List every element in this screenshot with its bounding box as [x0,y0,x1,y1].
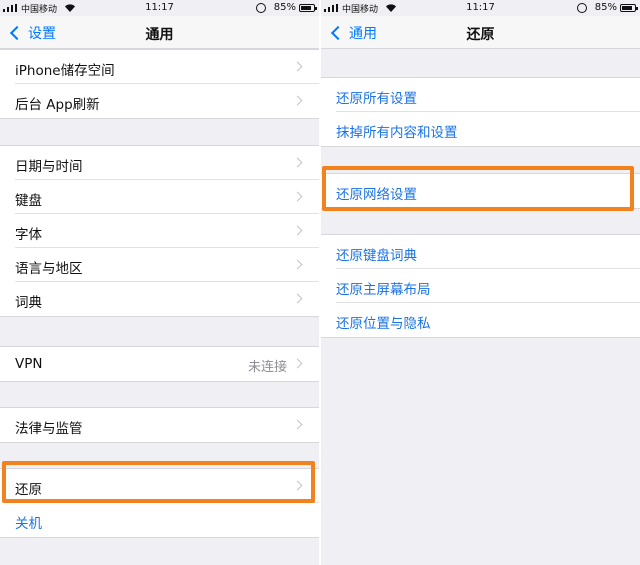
row-label: 还原位置与隐私 [336,316,431,332]
battery-icon [299,4,317,12]
storage-group: iPhone储存空间 后台 App刷新 [0,49,319,119]
clock: 11:17 [145,2,174,13]
navigation-bar: 设置 通用 [0,16,319,49]
settings-row-language-region[interactable]: 语言与地区 [0,248,319,282]
row-label: 日期与时间 [15,159,83,175]
shut-down-button[interactable]: 关机 [0,503,319,537]
settings-row-vpn[interactable]: VPN 未连接 [0,347,319,381]
reset-keyboard-dictionary-button[interactable]: 还原键盘词典 [321,235,640,269]
settings-row-keyboard[interactable]: 键盘 [0,180,319,214]
rotation-lock-icon [577,3,587,13]
rotation-lock-icon [256,3,266,13]
chevron-right-icon [292,293,303,304]
status-bar: 中国移动 11:17 85% [321,0,640,16]
reset-home-screen-layout-button[interactable]: 还原主屏幕布局 [321,269,640,303]
navigation-bar: 通用 还原 [321,16,640,49]
settings-row-legal-regulatory[interactable]: 法律与监管 [0,408,319,442]
row-label: 还原所有设置 [336,91,417,107]
general-settings-screen: 中国移动 11:17 85% 设置 通用 iPhone储存空间 后台 App刷新… [0,0,319,565]
settings-row-iphone-storage[interactable]: iPhone储存空间 [0,50,319,84]
battery-percent: 85% [594,2,617,13]
row-label: 还原主屏幕布局 [336,282,431,298]
chevron-right-icon [292,157,303,168]
row-label: 键盘 [15,193,42,209]
row-label: 词典 [15,295,42,311]
page-title: 还原 [466,27,495,43]
row-label: 关机 [15,516,42,532]
erase-all-content-button[interactable]: 抹掉所有内容和设置 [321,112,640,146]
settings-row-dictionary[interactable]: 词典 [0,282,319,316]
row-label: 还原键盘词典 [336,248,417,264]
reset-all-settings-button[interactable]: 还原所有设置 [321,78,640,112]
clock: 11:17 [466,2,495,13]
highlight-box [322,166,634,211]
row-label: 语言与地区 [15,261,83,277]
reset-screen: 中国移动 11:17 85% 通用 还原 还原所有设置 抹掉所有内容和设置 还原… [321,0,640,565]
settings-row-date-time[interactable]: 日期与时间 [0,146,319,180]
row-label: 后台 App刷新 [15,97,100,113]
chevron-right-icon [292,191,303,202]
settings-row-background-app-refresh[interactable]: 后台 App刷新 [0,84,319,118]
row-label: 字体 [15,227,42,243]
row-label: 法律与监管 [15,421,83,437]
chevron-right-icon [292,95,303,106]
settings-row-fonts[interactable]: 字体 [0,214,319,248]
highlight-box [2,461,315,503]
reset-all-group: 还原所有设置 抹掉所有内容和设置 [321,77,640,147]
row-label: iPhone储存空间 [15,63,115,79]
page-title: 通用 [145,27,174,43]
chevron-right-icon [292,419,303,430]
battery-percent: 85% [273,2,296,13]
status-bar: 中国移动 11:17 85% [0,0,319,16]
chevron-right-icon [292,259,303,270]
vpn-group: VPN 未连接 [0,346,319,382]
chevron-right-icon [292,225,303,236]
row-label: 抹掉所有内容和设置 [336,125,458,141]
chevron-right-icon [292,358,303,369]
input-group: 日期与时间 键盘 字体 语言与地区 词典 [0,145,319,317]
legal-group: 法律与监管 [0,407,319,443]
reset-location-privacy-button[interactable]: 还原位置与隐私 [321,303,640,337]
chevron-right-icon [292,61,303,72]
row-label: VPN [15,356,43,372]
vpn-status: 未连接 [247,360,287,375]
battery-icon [620,4,638,12]
other-reset-group: 还原键盘词典 还原主屏幕布局 还原位置与隐私 [321,234,640,338]
